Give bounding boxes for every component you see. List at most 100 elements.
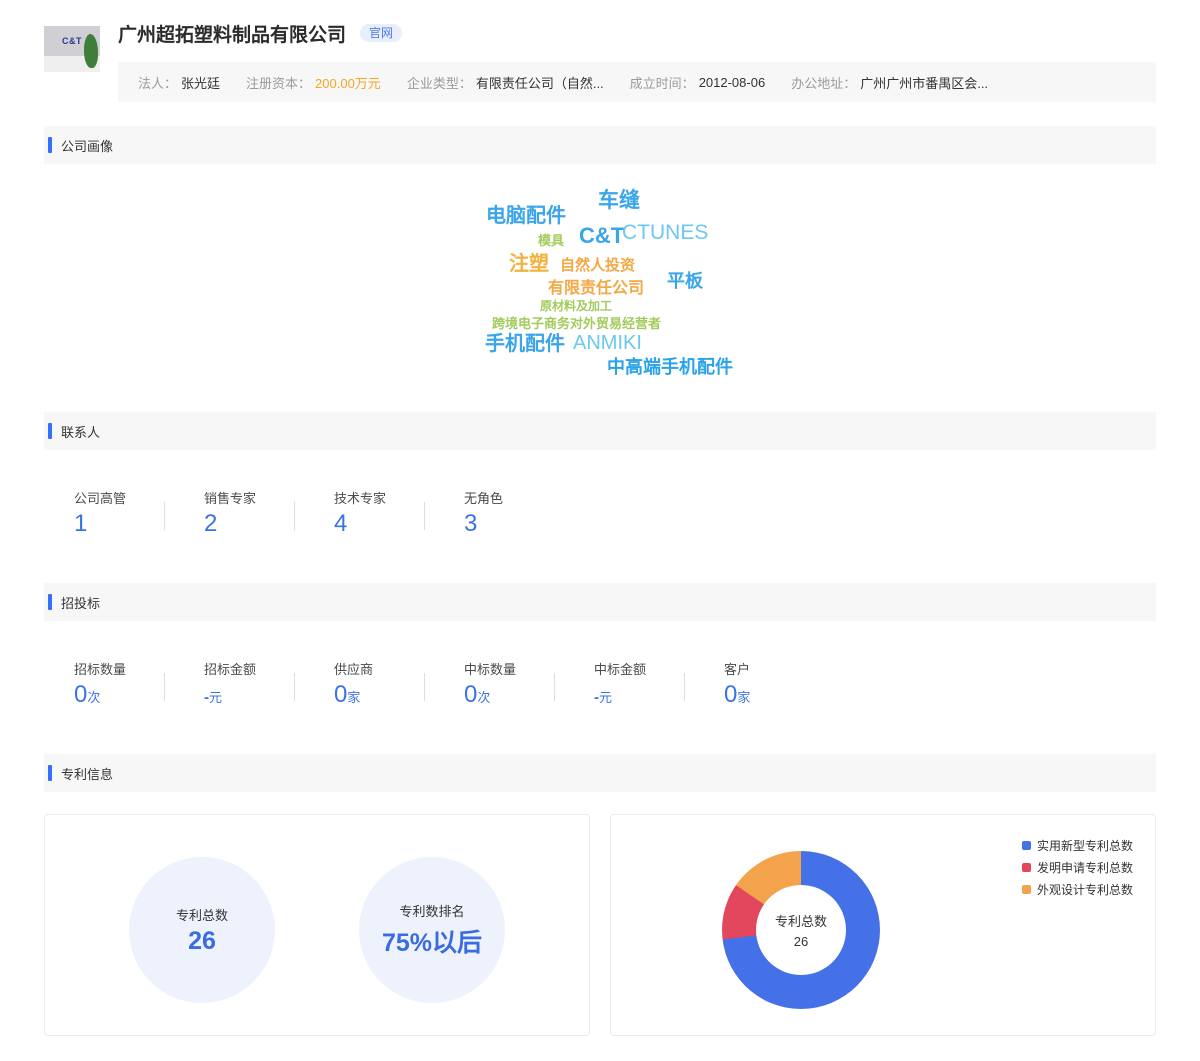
stat-unit: 元 [599,690,613,705]
stat-divider [684,673,685,701]
cloud-word: 自然人投资 [560,257,636,274]
section-accent-bar [48,765,52,781]
bidding-stat: 中标金额 -元 [594,659,684,708]
stat-divider [424,673,425,701]
office-photo: C&T [44,26,100,72]
section-patent-info: 专利信息 [44,754,1156,792]
cloud-word: 平板 [667,271,703,291]
stat-number: 1 [74,510,88,537]
legend-label: 发明申请专利总数 [1036,861,1133,875]
stat-unit: 元 [209,690,223,705]
section-company-portrait: 公司画像 [44,126,1156,164]
stat-number: 3 [464,510,478,537]
info-value: 200.00万元 [315,75,381,91]
stat-divider [424,502,425,530]
section-title: 招投标 [61,595,101,611]
patent-rank-value: 75%以后 [381,929,483,957]
stat-unit: 家 [737,690,751,705]
stat-label: 中标数量 [464,662,517,677]
section-contacts: 联系人 [44,412,1156,450]
stat-divider [294,673,295,701]
cloud-word: 模具 [538,233,565,248]
section-title: 联系人 [61,424,101,440]
company-info-item: 法人： 张光廷 [138,73,220,92]
info-value: 有限责任公司（自然... [475,75,604,91]
cloud-word: 电脑配件 [486,205,566,227]
bidding-stats-block: 招标数量 0次 招标金额 -元 供应商 0家 中标数量 0次 中标金额 -元 客户 0家 [44,621,1156,754]
legend-item[interactable]: 外观设计专利总数 [1021,881,1133,898]
info-value: 张光廷 [181,75,221,91]
section-title: 公司画像 [61,138,114,154]
company-name: 广州超拓塑料制品有限公司 [118,24,347,46]
bidding-stat: 招标数量 0次 [74,659,164,708]
stat-number: 0 [724,681,738,708]
cloud-word: C&T [579,223,625,248]
stat-divider [164,673,165,701]
patent-summary-card: 专利总数 26 专利数排名 75%以后 [44,814,590,1036]
contact-stat: 技术专家 4 [334,488,424,537]
bidding-stats-row: 招标数量 0次 招标金额 -元 供应商 0家 中标数量 0次 中标金额 -元 客户 0家 [74,659,1156,708]
cloud-word: 车缝 [598,189,640,212]
company-word-cloud: 车缝 电脑配件 模具 C&T CTUNES 注塑 自然人投资 有限责任公司 平板 原材料及加工 跨境… [44,164,1156,412]
patent-total-label: 专利总数 [175,907,228,923]
plant-decoration [84,34,98,68]
contacts-stats-block: 公司高管 1 销售专家 2 技术专家 4 无角色 3 [44,450,1156,583]
stat-value: 2 [204,510,294,537]
section-bidding: 招投标 [44,583,1156,621]
chart-legend: 实用新型专利总数 发明申请专利总数 外观设计专利总数 [1021,837,1133,898]
header-main: 广州超拓塑料制品有限公司 官网 法人： 张光廷 注册资本： 200.00万元 企业类型：… [118,16,1156,102]
contacts-stats-row: 公司高管 1 销售专家 2 技术专家 4 无角色 3 [74,488,1156,537]
info-value: 广州广州市番禺区会... [860,75,989,91]
legend-item[interactable]: 发明申请专利总数 [1021,859,1133,876]
stat-value: -元 [594,682,684,708]
stat-label: 技术专家 [334,491,387,506]
legend-item[interactable]: 实用新型专利总数 [1021,837,1133,854]
patent-donut-chart: 专利总数 26 [722,851,880,1009]
stat-value: 0家 [334,681,424,708]
legend-label: 外观设计专利总数 [1036,883,1133,897]
legend-marker [1021,841,1031,850]
stat-number: 0 [464,681,478,708]
stat-number: 4 [334,510,348,537]
stat-label: 销售专家 [204,491,257,506]
company-profile-page: C&T 广州超拓塑料制品有限公司 官网 法人： 张光廷 注册资本： 200.00万元 企… [0,0,1200,1036]
company-info-item: 注册资本： 200.00万元 [246,73,381,92]
stat-label: 供应商 [334,662,374,677]
company-info-bar: 法人： 张光廷 注册资本： 200.00万元 企业类型： 有限责任公司（自然... 成立时间… [118,62,1156,102]
patent-circles: 专利总数 26 专利数排名 75%以后 [45,815,589,1003]
stat-label: 招标数量 [74,662,127,677]
legend-label: 实用新型专利总数 [1036,839,1133,853]
patent-total-value: 26 [188,926,216,955]
section-accent-bar [48,423,52,439]
stat-label: 公司高管 [74,491,127,506]
stat-value: 3 [464,510,554,537]
stat-unit: 次 [477,690,491,705]
stat-label: 无角色 [464,491,504,506]
official-site-badge[interactable]: 官网 [360,24,403,42]
patent-cards: 专利总数 26 专利数排名 75%以后 专利总数 26 实用新型专利总数 发明申请… [44,814,1156,1036]
patent-rank-label: 专利数排名 [399,904,465,919]
section-title: 专利信息 [61,766,114,782]
company-info-item: 企业类型： 有限责任公司（自然... [407,73,604,92]
stat-divider [554,673,555,701]
stat-value: -元 [204,682,294,708]
cloud-word: 跨境电子商务对外贸易经营者 [492,316,662,331]
bidding-stat: 招标金额 -元 [204,659,294,708]
stat-label: 客户 [724,662,751,677]
patent-rank-circle: 专利数排名 75%以后 [359,857,505,1003]
donut-center-value: 26 [793,934,809,949]
stat-unit: 次 [87,690,101,705]
stat-value: 0次 [74,681,164,708]
cloud-word: 原材料及加工 [540,299,613,313]
contact-stat: 销售专家 2 [204,488,294,537]
patent-total-circle: 专利总数 26 [129,857,275,1003]
donut-center-label: 专利总数 [774,914,827,929]
stat-number: 0 [334,681,348,708]
bidding-stat: 供应商 0家 [334,659,424,708]
company-header: C&T 广州超拓塑料制品有限公司 官网 法人： 张光廷 注册资本： 200.00万元 企… [44,0,1156,102]
patent-chart-card: 专利总数 26 实用新型专利总数 发明申请专利总数 外观设计专利总数 [610,814,1156,1036]
stat-divider [164,502,165,530]
stat-label: 招标金额 [204,662,257,677]
cloud-word: 有限责任公司 [548,280,645,297]
stat-value: 0家 [724,681,814,708]
